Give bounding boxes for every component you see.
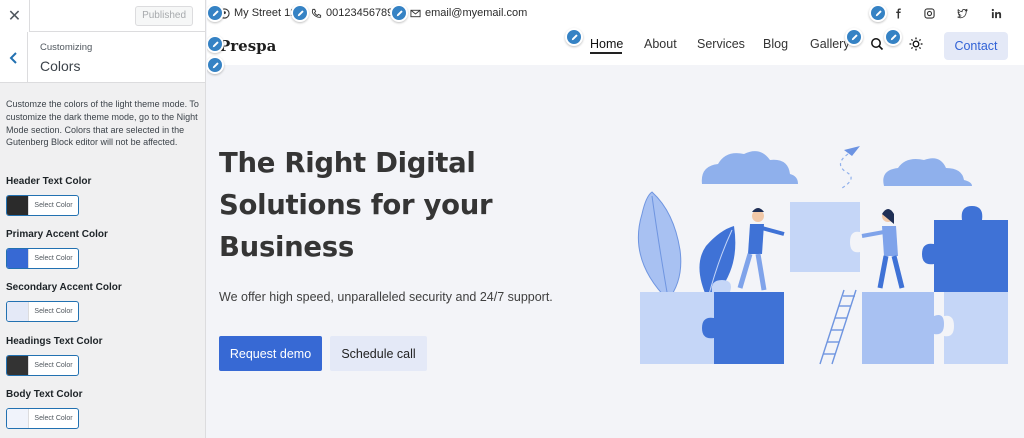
edit-shortcut-icon[interactable]	[565, 28, 583, 46]
hero-subtitle: We offer high speed, unparalleled securi…	[219, 290, 553, 304]
phone-text: 001234567890	[326, 7, 400, 19]
customizer-sidebar: ✕ Published Customizing Colors Customze …	[0, 0, 206, 438]
person-left	[737, 208, 785, 291]
email-text: email@myemail.com	[425, 7, 528, 19]
hero-illustration	[637, 146, 1008, 365]
customizer-header: ✕ Published	[0, 0, 205, 32]
select-color-button[interactable]: Select Color	[6, 408, 79, 429]
breadcrumb: Customizing	[40, 42, 93, 53]
phone-item[interactable]: 001234567890	[311, 7, 399, 19]
instagram-icon[interactable]	[924, 8, 935, 19]
nav-about[interactable]: About	[644, 37, 677, 51]
mail-icon	[410, 9, 421, 17]
color-swatch	[7, 196, 29, 215]
color-control-secondary-accent: Secondary Accent Color Select Color	[6, 282, 200, 322]
nav-blog[interactable]: Blog	[763, 37, 788, 51]
cloud-left	[701, 151, 798, 184]
select-color-button[interactable]: Select Color	[6, 248, 79, 269]
puzzle-piece	[702, 292, 784, 364]
color-swatch	[7, 249, 29, 268]
select-color-label: Select Color	[34, 362, 73, 369]
control-label: Secondary Accent Color	[6, 282, 122, 293]
address-item: My Street 12	[219, 7, 296, 19]
search-icon[interactable]	[870, 37, 884, 51]
select-color-label: Select Color	[34, 202, 73, 209]
site-preview: My Street 12 001234567890 email@myemail.…	[207, 0, 1024, 438]
puzzle-piece	[944, 292, 1008, 364]
section-title: Colors	[40, 58, 81, 74]
email-item[interactable]: email@myemail.com	[410, 7, 527, 19]
select-color-button[interactable]: Select Color	[6, 301, 79, 322]
control-label: Headings Text Color	[6, 336, 103, 347]
puzzle-piece	[862, 292, 944, 364]
phone-icon	[311, 8, 322, 18]
ladder	[819, 289, 857, 365]
close-icon[interactable]: ✕	[0, 0, 30, 32]
color-swatch	[7, 356, 29, 375]
linkedin-icon[interactable]	[991, 8, 1002, 19]
color-swatch	[7, 302, 29, 321]
select-color-button[interactable]: Select Color	[6, 195, 79, 216]
section-description: Customze the colors of the light theme m…	[6, 99, 199, 148]
sun-icon[interactable]	[909, 37, 923, 51]
color-control-headings-text: Headings Text Color Select Color	[6, 336, 200, 376]
edit-shortcut-icon[interactable]	[869, 4, 887, 22]
published-button[interactable]: Published	[135, 6, 193, 26]
request-demo-button[interactable]: Request demo	[219, 336, 322, 371]
site-logo[interactable]: Prespa	[219, 37, 276, 55]
color-swatch	[7, 409, 29, 428]
puzzle-piece	[790, 202, 860, 272]
person-right	[861, 209, 905, 289]
select-color-button[interactable]: Select Color	[6, 355, 79, 376]
control-label: Body Text Color	[6, 389, 83, 400]
contact-button[interactable]: Contact	[944, 32, 1008, 60]
select-color-label: Select Color	[34, 255, 73, 262]
cloud-right	[883, 158, 972, 186]
edit-shortcut-icon[interactable]	[845, 28, 863, 46]
address-text: My Street 12	[234, 7, 297, 19]
edit-shortcut-icon[interactable]	[390, 4, 408, 22]
nav-services[interactable]: Services	[697, 37, 745, 51]
color-control-body-text: Body Text Color Select Color	[6, 389, 200, 429]
select-color-label: Select Color	[34, 308, 73, 315]
select-color-label: Select Color	[34, 415, 73, 422]
facebook-icon[interactable]	[893, 8, 904, 19]
back-arrow-icon[interactable]	[0, 32, 28, 83]
schedule-call-button[interactable]: Schedule call	[330, 336, 427, 371]
edit-shortcut-icon[interactable]	[207, 56, 224, 74]
color-control-header-text: Header Text Color Select Color	[6, 176, 200, 216]
control-label: Primary Accent Color	[6, 229, 108, 240]
hero-title: The Right Digital Solutions for your Bus…	[219, 147, 493, 263]
edit-shortcut-icon[interactable]	[291, 4, 309, 22]
color-control-primary-accent: Primary Accent Color Select Color	[6, 229, 200, 269]
nav-home[interactable]: Home	[590, 37, 623, 51]
top-bar: My Street 12 001234567890 email@myemail.…	[207, 0, 1024, 28]
nav-active-underline	[590, 52, 622, 54]
control-label: Header Text Color	[6, 176, 92, 187]
twitter-icon[interactable]	[957, 8, 968, 19]
edit-shortcut-icon[interactable]	[884, 28, 902, 46]
section-header: Customizing Colors	[0, 32, 205, 83]
puzzle-piece	[922, 206, 1008, 292]
nav-gallery[interactable]: Gallery	[810, 37, 850, 51]
